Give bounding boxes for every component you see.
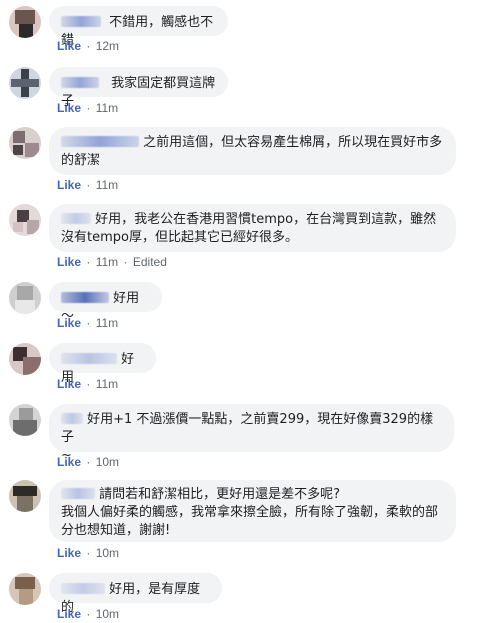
- separator-dot: ·: [86, 455, 91, 469]
- comment-bubble: 好用: [49, 343, 156, 385]
- comment-text-line-3: 分也想知道，謝謝!: [61, 523, 171, 538]
- avatar[interactable]: [9, 573, 41, 605]
- comment-feed: 不錯用，觸感也不錯 Like · 12m 我家固定都買這牌子 Like · 11…: [0, 0, 491, 623]
- separator-dot: ·: [123, 255, 128, 269]
- commenter-name[interactable]: [61, 136, 139, 147]
- comment-meta: Like · 10m: [57, 546, 119, 560]
- avatar[interactable]: [9, 6, 41, 38]
- commenter-name[interactable]: [61, 77, 99, 88]
- like-button[interactable]: Like: [57, 607, 81, 621]
- avatar[interactable]: [9, 127, 41, 159]
- commenter-name[interactable]: [61, 213, 91, 224]
- like-button[interactable]: Like: [57, 255, 81, 269]
- like-button[interactable]: Like: [57, 101, 81, 115]
- comment-meta: Like · 11m: [57, 377, 118, 391]
- like-button[interactable]: Like: [57, 39, 81, 53]
- comment-bubble: 不錯用，觸感也不錯: [49, 6, 228, 48]
- comment-text-line-1: 之前用這個，但太容易產生棉屑，所以現在買好市多: [143, 135, 443, 150]
- separator-dot: ·: [86, 377, 91, 391]
- avatar[interactable]: [9, 67, 41, 99]
- comment-text-line-1: 請問若和舒潔相比，更好用還是差不多呢?: [99, 487, 341, 502]
- separator-dot: ·: [86, 316, 91, 330]
- timestamp[interactable]: 10m: [96, 455, 119, 469]
- timestamp[interactable]: 11m: [96, 377, 118, 391]
- timestamp[interactable]: 10m: [96, 546, 119, 560]
- timestamp[interactable]: 11m: [96, 316, 118, 330]
- avatar[interactable]: [9, 404, 41, 436]
- separator-dot: ·: [86, 178, 91, 192]
- commenter-name[interactable]: [61, 488, 95, 499]
- comment-bubble: 好用+1 不過漲價一點點，之前賣299，現在好像賣329的樣子 ~: [49, 404, 454, 463]
- like-button[interactable]: Like: [57, 316, 81, 330]
- comment-text-line-2: 我個人偏好柔的觸感，我常拿來擦全臉，所有除了強韌，柔軟的部: [61, 505, 439, 520]
- separator-dot: ·: [86, 39, 91, 53]
- timestamp[interactable]: 12m: [96, 39, 119, 53]
- commenter-name[interactable]: [61, 413, 83, 424]
- avatar[interactable]: [9, 282, 41, 314]
- avatar[interactable]: [9, 204, 41, 236]
- avatar[interactable]: [9, 343, 41, 375]
- edited-label[interactable]: Edited: [133, 255, 167, 269]
- commenter-name[interactable]: [61, 353, 117, 364]
- commenter-name[interactable]: [61, 292, 109, 303]
- comment-bubble: 之前用這個，但太容易產生棉屑，所以現在買好市多 的舒潔: [49, 127, 456, 175]
- comment-bubble: 好用，我老公在香港用習慣tempo，在台灣買到這款，雖然 沒有tempo厚，但比…: [49, 204, 456, 252]
- commenter-name[interactable]: [61, 16, 101, 27]
- comment-bubble: 好用～: [49, 282, 162, 324]
- separator-dot: ·: [86, 546, 91, 560]
- like-button[interactable]: Like: [57, 377, 81, 391]
- timestamp[interactable]: 11m: [96, 255, 118, 269]
- comment-bubble: 我家固定都買這牌子: [49, 67, 228, 109]
- separator-dot: ·: [86, 101, 91, 115]
- comment-meta: Like · 11m: [57, 101, 118, 115]
- like-button[interactable]: Like: [57, 178, 81, 192]
- comment-text-line-2: 的舒潔: [61, 153, 101, 168]
- comment-meta: Like · 11m · Edited: [57, 255, 167, 269]
- comment-bubble: 好用，是有厚度的: [49, 573, 222, 615]
- separator-dot: ·: [86, 255, 91, 269]
- comment-bubble: 請問若和舒潔相比，更好用還是差不多呢? 我個人偏好柔的觸感，我常拿來擦全臉，所有…: [49, 480, 456, 542]
- comment-meta: Like · 12m: [57, 39, 119, 53]
- commenter-name[interactable]: [61, 583, 105, 594]
- comment-meta: Like · 10m: [57, 607, 119, 621]
- like-button[interactable]: Like: [57, 455, 81, 469]
- timestamp[interactable]: 11m: [96, 178, 118, 192]
- comment-text-line-2: 沒有tempo厚，但比起其它已經好很多。: [61, 230, 298, 245]
- comment-text-line-1: 好用+1 不過漲價一點點，之前賣299，現在好像賣329的樣子: [61, 412, 434, 445]
- like-button[interactable]: Like: [57, 546, 81, 560]
- timestamp[interactable]: 10m: [96, 607, 119, 621]
- comment-text-line-1: 好用，我老公在香港用習慣tempo，在台灣買到這款，雖然: [95, 212, 437, 227]
- separator-dot: ·: [86, 607, 91, 621]
- timestamp[interactable]: 11m: [96, 101, 118, 115]
- avatar[interactable]: [9, 480, 41, 512]
- comment-meta: Like · 11m: [57, 316, 118, 330]
- comment-meta: Like · 11m: [57, 178, 118, 192]
- comment-meta: Like · 10m: [57, 455, 119, 469]
